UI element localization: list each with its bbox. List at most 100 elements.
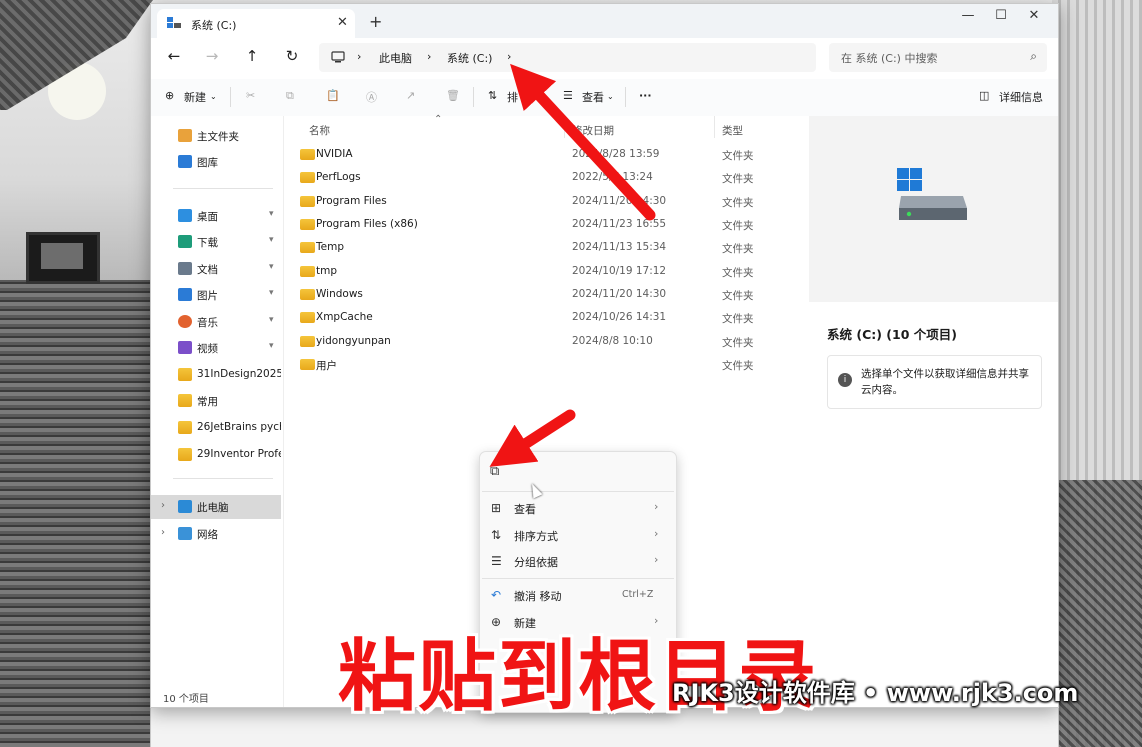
computer-icon bbox=[331, 51, 345, 63]
breadcrumb-chevron-icon[interactable]: › bbox=[357, 50, 361, 63]
sidebar-item-jetbrains[interactable]: 26JetBrains pycharm bbox=[151, 416, 281, 440]
sidebar-item-pictures[interactable]: 图片 ▾ bbox=[151, 283, 281, 307]
search-box[interactable]: 在 系统 (C:) 中搜索 ⌕ bbox=[829, 43, 1047, 72]
sidebar-item-common[interactable]: 常用 bbox=[151, 389, 281, 413]
sidebar-item-videos[interactable]: 视频 ▾ bbox=[151, 336, 281, 360]
document-icon bbox=[178, 262, 192, 275]
up-button[interactable]: ↑ bbox=[241, 47, 263, 65]
column-separator[interactable] bbox=[564, 116, 565, 138]
sidebar-item-documents[interactable]: 文档 ▾ bbox=[151, 257, 281, 281]
expand-chevron-icon[interactable]: › bbox=[161, 500, 165, 511]
share-icon[interactable]: ↗ bbox=[406, 89, 415, 102]
copy-icon[interactable]: ⧉ bbox=[286, 89, 294, 103]
file-type: 文件夹 bbox=[722, 313, 754, 325]
file-type: 文件夹 bbox=[722, 267, 754, 279]
sidebar-item-desktop[interactable]: 桌面 ▾ bbox=[151, 204, 281, 228]
sidebar-item-inventor[interactable]: 29Inventor Professional bbox=[151, 443, 281, 467]
file-name: Program Files bbox=[316, 195, 387, 207]
folder-icon bbox=[178, 448, 192, 461]
table-row[interactable]: NVIDIA 2024/8/28 13:59 文件夹 bbox=[294, 144, 804, 166]
file-name: Windows bbox=[316, 288, 363, 300]
download-icon bbox=[178, 235, 192, 248]
column-header-type[interactable]: 类型 bbox=[722, 123, 743, 138]
wallpaper-tv bbox=[26, 232, 100, 284]
new-dropdown-icon[interactable]: ⌄ bbox=[210, 92, 217, 101]
table-row[interactable]: Program Files (x86) 2024/11/23 16:55 文件夹 bbox=[294, 214, 804, 236]
folder-icon bbox=[300, 219, 315, 230]
gallery-icon bbox=[178, 155, 192, 168]
close-button[interactable]: ✕ bbox=[1019, 8, 1049, 23]
table-row[interactable]: yidongyunpan 2024/8/8 10:10 文件夹 bbox=[294, 331, 804, 353]
more-options-button[interactable]: ··· bbox=[639, 89, 652, 102]
table-row[interactable]: Program Files 2024/11/20 14:30 文件夹 bbox=[294, 191, 804, 213]
tab-system-c[interactable]: 系统 (C:) ✕ bbox=[157, 9, 355, 38]
music-icon bbox=[178, 315, 192, 328]
video-icon bbox=[178, 341, 192, 354]
maximize-button[interactable]: ☐ bbox=[986, 8, 1016, 23]
address-bar[interactable]: › 此电脑 › 系统 (C:) › bbox=[319, 43, 816, 72]
delete-icon[interactable]: 🗑 bbox=[446, 89, 460, 102]
menu-item-label: 查看 bbox=[514, 503, 536, 516]
table-row[interactable]: XmpCache 2024/10/26 14:31 文件夹 bbox=[294, 307, 804, 329]
file-name: XmpCache bbox=[316, 311, 373, 323]
new-tab-button[interactable]: + bbox=[369, 12, 382, 31]
drive-icon bbox=[897, 168, 967, 220]
breadcrumb-system-c[interactable]: 系统 (C:) bbox=[447, 50, 492, 66]
details-button[interactable]: 详细信息 bbox=[999, 89, 1043, 105]
file-date: 2022/5/7 13:24 bbox=[572, 171, 653, 183]
folder-icon bbox=[300, 149, 315, 160]
details-preview bbox=[809, 116, 1058, 302]
sidebar-item-home[interactable]: 主文件夹 bbox=[151, 124, 281, 148]
paste-icon[interactable]: 📋 bbox=[326, 89, 340, 102]
breadcrumb-chevron-icon[interactable]: › bbox=[427, 50, 431, 63]
toolbar-divider bbox=[625, 87, 626, 107]
view-dropdown-icon[interactable]: ⌄ bbox=[607, 92, 614, 101]
menu-item-label: 撤消 移动 bbox=[514, 590, 562, 603]
table-row[interactable]: Temp 2024/11/13 15:34 文件夹 bbox=[294, 237, 804, 259]
column-header-name[interactable]: 名称 bbox=[309, 123, 330, 138]
table-row[interactable]: Windows 2024/11/20 14:30 文件夹 bbox=[294, 284, 804, 306]
sidebar-item-network[interactable]: › 网络 bbox=[151, 522, 281, 546]
view-icon[interactable]: ☰ bbox=[563, 89, 573, 102]
menu-item-sort[interactable]: ⇅ 排序方式 › bbox=[482, 522, 674, 548]
sidebar-item-downloads[interactable]: 下载 ▾ bbox=[151, 230, 281, 254]
new-button[interactable]: 新建 bbox=[184, 89, 206, 105]
view-button[interactable]: 查看 bbox=[582, 89, 604, 105]
menu-item-group[interactable]: ☰ 分组依据 › bbox=[482, 548, 674, 574]
expand-chevron-icon[interactable]: › bbox=[161, 527, 165, 538]
sidebar-item-music[interactable]: 音乐 ▾ bbox=[151, 310, 281, 334]
refresh-button[interactable]: ↻ bbox=[281, 47, 303, 65]
file-name: tmp bbox=[316, 265, 338, 277]
column-separator[interactable] bbox=[714, 116, 715, 138]
menu-item-view[interactable]: ⊞ 查看 › bbox=[482, 495, 674, 521]
tab-close-icon[interactable]: ✕ bbox=[337, 15, 348, 30]
sidebar-item-label: 常用 bbox=[197, 396, 218, 408]
details-pane-icon[interactable]: ◫ bbox=[979, 89, 989, 102]
sort-icon[interactable]: ⇅ bbox=[488, 89, 497, 102]
sidebar-item-gallery[interactable]: 图库 bbox=[151, 150, 281, 174]
table-row[interactable]: 用户 文件夹 bbox=[294, 354, 804, 376]
breadcrumb-this-pc[interactable]: 此电脑 bbox=[379, 50, 412, 66]
breadcrumb-chevron-icon[interactable]: › bbox=[507, 50, 511, 63]
sidebar-item-label: 29Inventor Professional bbox=[197, 448, 281, 460]
sidebar-item-this-pc[interactable]: › 此电脑 bbox=[151, 495, 281, 519]
grid-icon: ⊞ bbox=[491, 501, 502, 515]
menu-item-undo-move[interactable]: ↶ 撤消 移动 Ctrl+Z bbox=[482, 582, 674, 608]
rename-icon[interactable]: Ⓐ bbox=[366, 89, 377, 105]
table-row[interactable]: tmp 2024/10/19 17:12 文件夹 bbox=[294, 261, 804, 283]
paste-icon[interactable]: ⧉ bbox=[490, 464, 499, 479]
cut-icon[interactable]: ✂ bbox=[246, 89, 255, 102]
file-date: 2024/10/19 17:12 bbox=[572, 265, 667, 277]
status-item-count: 10 个项目 bbox=[163, 694, 209, 705]
back-button[interactable]: ← bbox=[163, 47, 185, 65]
new-icon[interactable]: ⊕ bbox=[165, 89, 174, 102]
sort-up-icon: ⌃ bbox=[434, 114, 443, 125]
forward-button[interactable]: → bbox=[201, 47, 223, 65]
minimize-button[interactable]: — bbox=[953, 8, 983, 23]
table-row[interactable]: PerfLogs 2022/5/7 13:24 文件夹 bbox=[294, 167, 804, 189]
sort-button[interactable]: 排 bbox=[507, 89, 518, 105]
column-header-date[interactable]: 修改日期 bbox=[572, 123, 614, 138]
menu-divider bbox=[482, 578, 674, 579]
file-type: 文件夹 bbox=[722, 197, 754, 209]
sidebar-item-indesign[interactable]: 31InDesign2025 bbox=[151, 363, 281, 387]
